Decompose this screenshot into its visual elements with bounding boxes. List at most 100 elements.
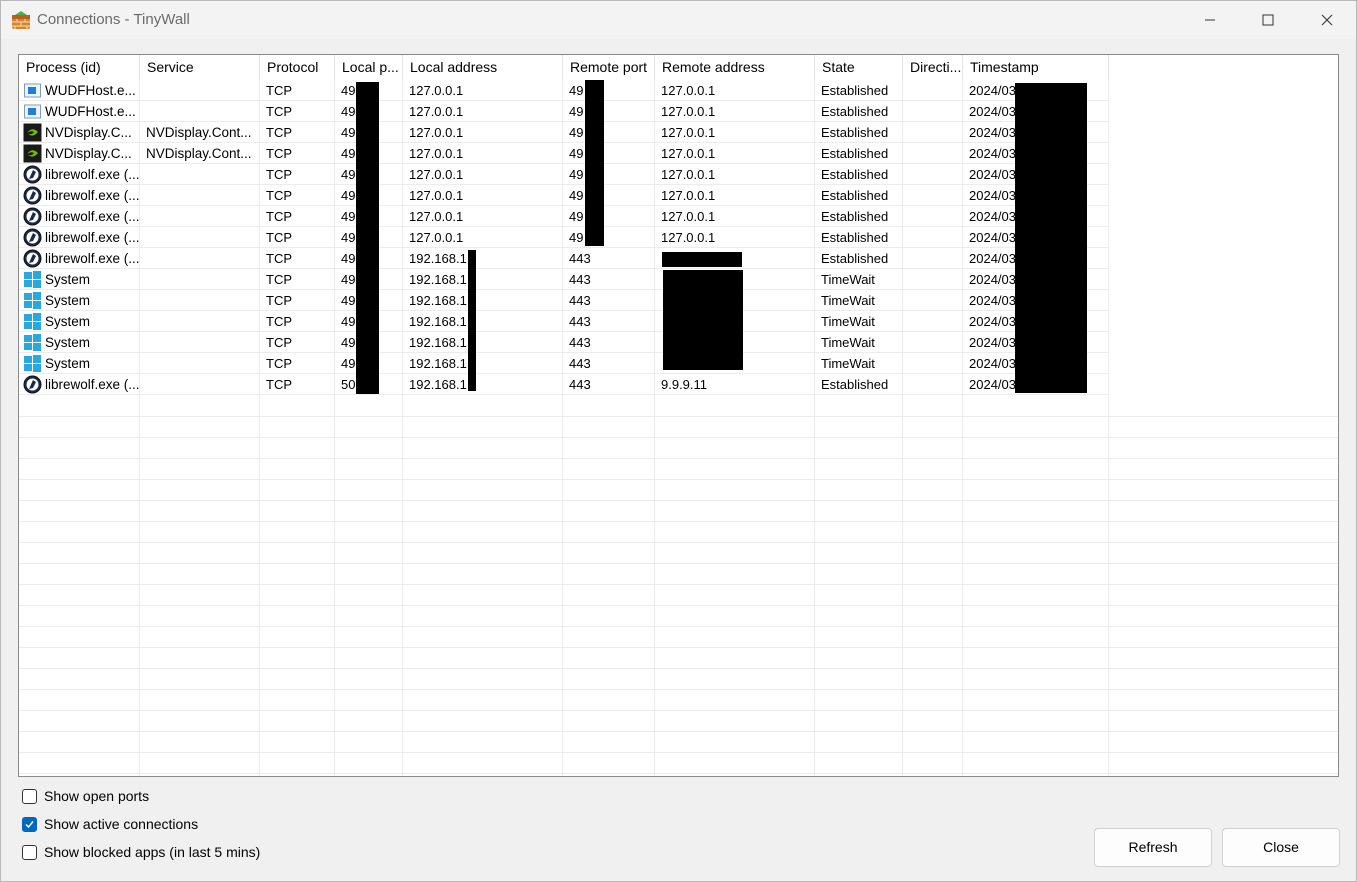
service-cell [140,269,260,290]
empty-row-line [19,437,1338,438]
process-name: NVDisplay.C... [45,125,132,140]
state-cell: TimeWait [815,353,903,374]
column-header-state[interactable]: State [815,55,903,80]
local-address-cell: 192.168.1. [403,311,563,332]
title-bar[interactable]: Connections - TinyWall [1,1,1356,39]
remote-address-cell: 9.9.9.11 [655,374,815,395]
state-cell: TimeWait [815,332,903,353]
service-cell [140,164,260,185]
direction-cell [903,353,963,374]
column-header-remote-address[interactable]: Remote address [655,55,815,80]
column-header-row: Process (id) Service Protocol Local p...… [19,55,1338,80]
table-row[interactable]: NVDisplay.C... NVDisplay.Cont... TCP 49 127.… [19,143,1338,164]
tinywall-firewall-icon [12,11,30,29]
column-header-process[interactable]: Process (id) [19,55,140,80]
process-name: System [45,272,91,287]
table-row[interactable]: librewolf.exe (... TCP 49 127.0.0.1 49 127.0.… [19,206,1338,227]
remote-port-cell: 49 [563,143,655,164]
remote-address-cell: 127.0.0.1 [655,101,815,122]
windows-system-icon [24,334,41,351]
service-cell [140,185,260,206]
refresh-button[interactable]: Refresh [1094,828,1212,867]
nvidia-icon [23,144,42,163]
wudfhost-icon [24,104,41,119]
state-cell: TimeWait [815,290,903,311]
table-row[interactable]: WUDFHost.e... TCP 49 127.0.0.1 49 127.0.0.1 Es… [19,101,1338,122]
process-name: WUDFHost.e... [45,83,136,98]
empty-row-line [19,563,1338,564]
remote-address-cell: 127.0.0.1 [655,143,815,164]
column-gridline [334,80,335,776]
table-row[interactable]: librewolf.exe (... TCP 49 127.0.0.1 49 127.0.… [19,227,1338,248]
service-cell [140,353,260,374]
windows-system-icon [24,292,41,309]
process-cell: WUDFHost.e... [19,101,140,122]
show-blocked-apps-option[interactable]: Show blocked apps (in last 5 mins) [22,843,260,861]
table-row[interactable]: librewolf.exe (... TCP 49 127.0.0.1 49 127.0.… [19,164,1338,185]
direction-cell [903,332,963,353]
wudfhost-icon [24,83,41,98]
column-header-local-address[interactable]: Local address [403,55,563,80]
service-cell [140,80,260,101]
table-row[interactable]: WUDFHost.e... TCP 49 127.0.0.1 49 127.0.0.1 Es… [19,80,1338,101]
minimize-button[interactable] [1181,1,1239,39]
connections-list[interactable]: Process (id) Service Protocol Local p...… [18,54,1339,777]
empty-row-line [19,773,1338,774]
process-name: NVDisplay.C... [45,146,132,161]
show-open-ports-checkbox[interactable] [22,788,37,804]
protocol-cell: TCP [260,164,335,185]
process-name: System [45,356,91,371]
close-window-button[interactable] [1298,1,1356,39]
column-header-protocol[interactable]: Protocol [260,55,335,80]
column-header-direction[interactable]: Directi... [903,55,963,80]
local-address-cell: 127.0.0.1 [403,80,563,101]
direction-cell [903,227,963,248]
redaction-bar [468,250,476,391]
show-open-ports-label: Show open ports [44,788,150,804]
column-gridline [654,80,655,776]
service-cell [140,101,260,122]
process-name: librewolf.exe (... [45,167,140,182]
process-name: librewolf.exe (... [45,251,140,266]
process-name: WUDFHost.e... [45,104,136,119]
table-row[interactable]: librewolf.exe (... TCP 49 127.0.0.1 49 127.0.… [19,185,1338,206]
local-address-cell: 127.0.0.1 [403,122,563,143]
close-button[interactable]: Close [1222,828,1340,867]
show-active-connections-option[interactable]: Show active connections [22,815,198,833]
remote-port-cell: 49 [563,185,655,206]
redaction-bar [1015,83,1087,393]
process-name: System [45,314,91,329]
librewolf-icon [23,207,42,226]
redaction-bar [356,82,379,394]
show-open-ports-option[interactable]: Show open ports [22,787,149,805]
show-active-connections-checkbox[interactable] [22,816,37,832]
column-gridline [139,80,140,776]
empty-row-line [19,626,1338,627]
redaction-bar [663,270,743,370]
column-header-timestamp[interactable]: Timestamp [963,55,1109,80]
remote-port-cell: 49 [563,206,655,227]
process-cell: librewolf.exe (... [19,185,140,206]
remote-address-cell: 127.0.0.1 [655,122,815,143]
service-cell [140,332,260,353]
minimize-icon [1205,19,1215,21]
remote-port-cell: 443 [563,248,655,269]
redaction-bar [662,252,742,267]
remote-port-cell: 49 [563,80,655,101]
show-blocked-apps-checkbox[interactable] [22,844,37,860]
table-row[interactable]: NVDisplay.C... NVDisplay.Cont... TCP 49 127.… [19,122,1338,143]
connections-window: Connections - TinyWall Process (id) Serv… [0,0,1357,882]
column-header-remote-port[interactable]: Remote port [563,55,655,80]
empty-row-line [19,542,1338,543]
table-row[interactable]: librewolf.exe (... TCP 50 192.168.1. 443 9.9.… [19,374,1338,395]
protocol-cell: TCP [260,80,335,101]
state-cell: Established [815,101,903,122]
column-header-local-port[interactable]: Local p... [335,55,403,80]
windows-system-icon [24,355,41,372]
local-address-cell: 192.168.1. [403,269,563,290]
column-header-service[interactable]: Service [140,55,260,80]
windows-system-icon [24,313,41,330]
maximize-button[interactable] [1239,1,1297,39]
direction-cell [903,311,963,332]
nvidia-icon [23,123,42,142]
